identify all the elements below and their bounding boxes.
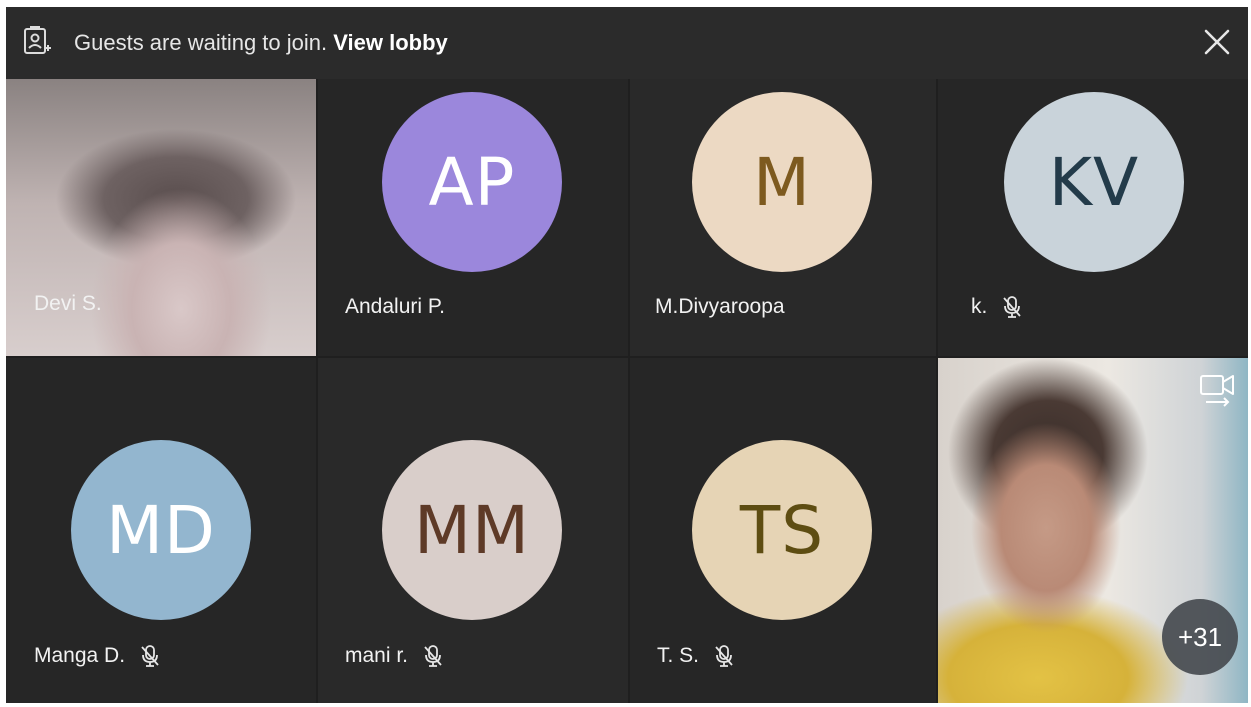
self-view-video[interactable]: +31 <box>938 358 1248 703</box>
participant-name: k. <box>971 295 988 318</box>
participant-name: M.Divyaroopa <box>655 295 785 318</box>
lobby-message: Guests are waiting to join. View lobby <box>74 30 448 56</box>
participant-tile[interactable]: AP Andaluri P. <box>318 79 628 356</box>
participant-avatar: AP <box>382 92 562 272</box>
avatar-initials: AP <box>428 143 516 221</box>
participant-avatar: KV <box>1004 92 1184 272</box>
participant-avatar: M <box>692 92 872 272</box>
participant-tile[interactable]: M M.Divyaroopa <box>630 79 936 356</box>
participant-tile[interactable]: TS T. S. <box>630 358 936 703</box>
participant-name: Andaluri P. <box>345 295 446 318</box>
mic-off-icon <box>1003 296 1022 318</box>
participant-avatar: MD <box>71 440 251 620</box>
avatar-initials: TS <box>739 491 825 569</box>
participant-name-row: Manga D. <box>34 644 161 668</box>
avatar-initials: KV <box>1048 143 1140 221</box>
participant-avatar: TS <box>692 440 872 620</box>
mic-off-icon <box>715 645 733 667</box>
participant-name: T. S. <box>657 644 700 667</box>
participant-name: Devi S. <box>34 292 102 315</box>
mic-off-icon <box>424 645 442 667</box>
overflow-count: +31 <box>1177 621 1223 652</box>
lobby-banner: Guests are waiting to join. View lobby <box>6 7 1248 79</box>
participant-tile[interactable]: MM mani r. <box>318 358 628 703</box>
participant-tile-video[interactable]: Devi S. <box>6 79 316 356</box>
participant-name: mani r. <box>345 644 409 667</box>
avatar-initials: MD <box>106 491 216 569</box>
participant-name-row: mani r. <box>345 644 444 668</box>
participant-name-row: M.Divyaroopa <box>655 295 785 319</box>
participant-name: Manga D. <box>34 644 126 667</box>
participant-tile[interactable]: MD Manga D. <box>6 358 316 703</box>
participant-name-row: Andaluri P. <box>345 295 445 319</box>
avatar-initials: M <box>753 143 811 221</box>
participant-tile[interactable]: KV k. <box>938 79 1248 356</box>
avatar-initials: MM <box>414 491 530 569</box>
lobby-icon <box>24 26 51 54</box>
lobby-message-text: Guests are waiting to join. <box>74 30 328 55</box>
participant-name-row: k. <box>971 295 1023 319</box>
participant-name-row: T. S. <box>657 644 735 668</box>
view-lobby-link[interactable]: View lobby <box>333 30 448 55</box>
close-icon[interactable] <box>1202 27 1232 57</box>
mic-off-icon <box>141 645 159 667</box>
overflow-participants-button[interactable]: +31 <box>1162 599 1238 675</box>
participant-avatar: MM <box>382 440 562 620</box>
meeting-stage: Guests are waiting to join. View lobby D… <box>6 7 1248 703</box>
switch-camera-icon[interactable] <box>1198 372 1238 408</box>
